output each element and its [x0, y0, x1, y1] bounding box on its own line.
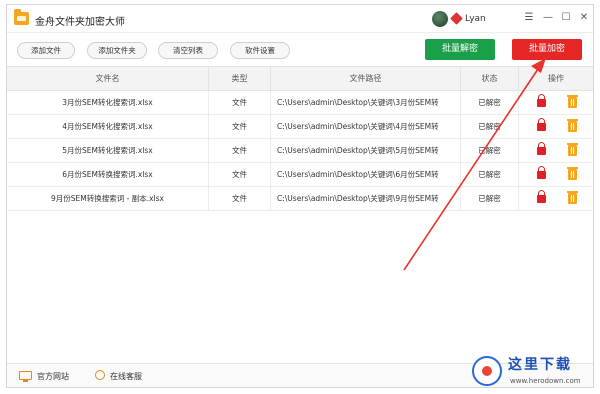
row-actions	[519, 187, 593, 210]
app-window: 金舟文件夹加密大师 Lyan ☰ — ☐ ✕ 添加文件 添加文件夹 清空列表 软…	[6, 4, 594, 388]
online-support-link[interactable]: 在线客服	[110, 371, 142, 382]
lock-icon[interactable]	[537, 118, 546, 131]
batch-encrypt-button[interactable]: 批量加密	[512, 39, 582, 60]
file-status: 已解密	[461, 187, 519, 210]
file-type: 文件	[209, 187, 271, 210]
lock-icon[interactable]	[537, 190, 546, 203]
table-row[interactable]: 4月份SEM转化搜索词.xlsx 文件 C:\Users\admin\Deskt…	[7, 115, 593, 139]
header-path[interactable]: 文件路径	[271, 67, 461, 90]
minimize-icon[interactable]: —	[541, 11, 555, 25]
lock-icon[interactable]	[537, 94, 546, 107]
file-path: C:\Users\admin\Desktop\关键词\6月份SEM转	[271, 163, 461, 186]
header-ops: 操作	[548, 74, 564, 83]
lock-icon[interactable]	[537, 166, 546, 179]
file-name: 9月份SEM转换搜索词 - 副本.xlsx	[7, 187, 209, 210]
file-path: C:\Users\admin\Desktop\关键词\3月份SEM转	[271, 91, 461, 114]
header-type[interactable]: 类型	[209, 67, 271, 90]
add-folder-button[interactable]: 添加文件夹	[87, 42, 147, 59]
trash-icon[interactable]	[567, 119, 578, 132]
row-actions	[519, 91, 593, 114]
trash-icon[interactable]	[567, 167, 578, 180]
lock-icon[interactable]	[537, 142, 546, 155]
table-row[interactable]: 5月份SEM转化搜索词.xlsx 文件 C:\Users\admin\Deskt…	[7, 139, 593, 163]
official-site-link[interactable]: 官方网站	[37, 371, 69, 382]
close-icon[interactable]: ✕	[577, 11, 591, 25]
file-path: C:\Users\admin\Desktop\关键词\5月份SEM转	[271, 139, 461, 162]
file-path: C:\Users\admin\Desktop\关键词\4月份SEM转	[271, 115, 461, 138]
monitor-icon[interactable]	[19, 371, 32, 382]
add-file-button[interactable]: 添加文件	[17, 42, 75, 59]
table-row[interactable]: 3月份SEM转化搜索词.xlsx 文件 C:\Users\admin\Deskt…	[7, 91, 593, 115]
watermark-logo	[472, 356, 502, 386]
file-name: 6月份SEM转换搜索词.xlsx	[7, 163, 209, 186]
file-type: 文件	[209, 91, 271, 114]
table-row[interactable]: 9月份SEM转换搜索词 - 副本.xlsx 文件 C:\Users\admin\…	[7, 187, 593, 211]
table-row[interactable]: 6月份SEM转换搜索词.xlsx 文件 C:\Users\admin\Deskt…	[7, 163, 593, 187]
menu-icon[interactable]: ☰	[522, 11, 536, 25]
file-status: 已解密	[461, 91, 519, 114]
trash-icon[interactable]	[567, 95, 578, 108]
vip-diamond-icon	[450, 12, 463, 25]
trash-icon[interactable]	[567, 143, 578, 156]
file-name: 4月份SEM转化搜索词.xlsx	[7, 115, 209, 138]
table-header: 文件名 类型 文件路径 状态 操作	[7, 67, 593, 91]
row-actions	[519, 115, 593, 138]
toolbar: 添加文件 添加文件夹 清空列表 软件设置 批量解密 批量加密	[7, 33, 593, 67]
username[interactable]: Lyan	[465, 14, 486, 24]
file-name: 5月份SEM转化搜索词.xlsx	[7, 139, 209, 162]
trash-icon[interactable]	[567, 191, 578, 204]
header-status[interactable]: 状态	[461, 67, 519, 90]
batch-decrypt-button[interactable]: 批量解密	[425, 39, 495, 60]
maximize-icon[interactable]: ☐	[559, 11, 573, 25]
watermark-title: 这里下载	[508, 357, 572, 373]
header-name[interactable]: 文件名	[7, 67, 209, 90]
file-status: 已解密	[461, 139, 519, 162]
app-folder-icon	[14, 9, 29, 25]
row-actions	[519, 139, 593, 162]
avatar[interactable]	[432, 11, 448, 27]
file-status: 已解密	[461, 115, 519, 138]
file-path: C:\Users\admin\Desktop\关键词\9月份SEM转	[271, 187, 461, 210]
file-name: 3月份SEM转化搜索词.xlsx	[7, 91, 209, 114]
settings-button[interactable]: 软件设置	[230, 42, 290, 59]
file-status: 已解密	[461, 163, 519, 186]
watermark: 这里下载 www.herodown.com	[472, 352, 596, 392]
file-type: 文件	[209, 163, 271, 186]
file-type: 文件	[209, 115, 271, 138]
title-bar: 金舟文件夹加密大师 Lyan ☰ — ☐ ✕	[7, 5, 593, 33]
watermark-url: www.herodown.com	[510, 377, 581, 385]
clear-list-button[interactable]: 清空列表	[158, 42, 218, 59]
row-actions	[519, 163, 593, 186]
support-icon[interactable]	[95, 370, 105, 380]
app-title: 金舟文件夹加密大师	[35, 17, 125, 28]
file-table: 3月份SEM转化搜索词.xlsx 文件 C:\Users\admin\Deskt…	[7, 91, 593, 211]
file-type: 文件	[209, 139, 271, 162]
